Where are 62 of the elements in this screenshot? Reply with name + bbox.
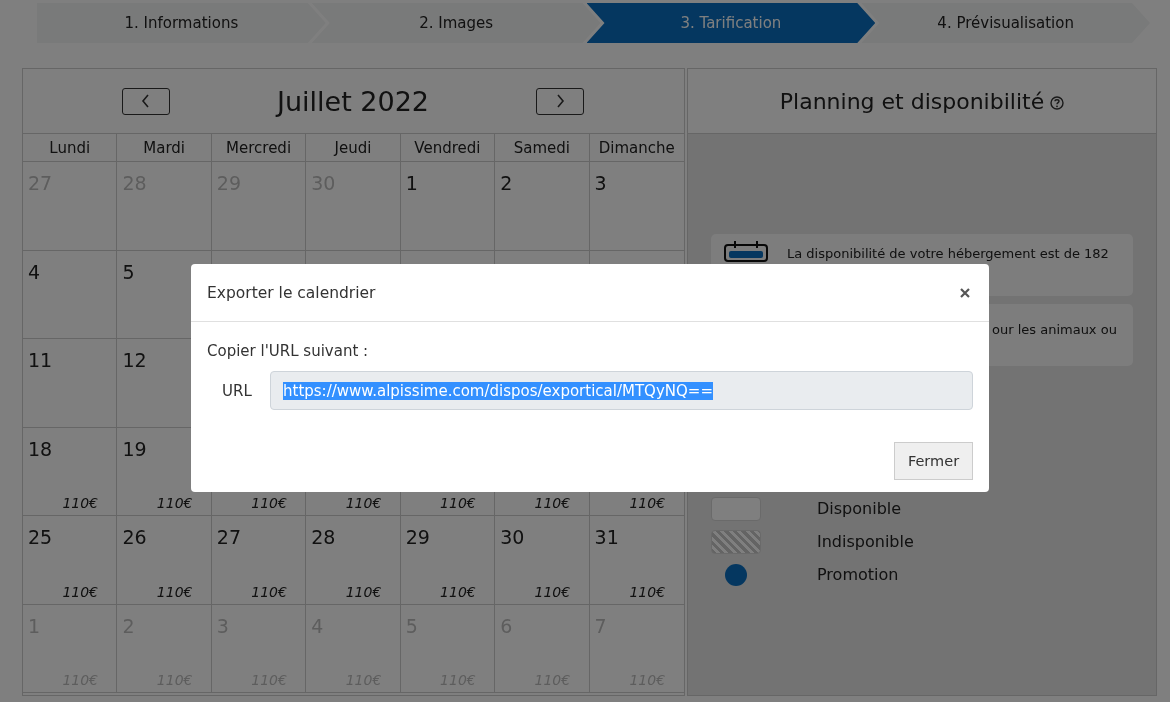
legend-label: Disponible — [817, 499, 902, 518]
unavailable-swatch — [711, 529, 761, 554]
price-label: 110€ — [629, 583, 666, 600]
day-number: 2 — [500, 172, 513, 194]
step-tab[interactable]: 4. Prévisualisation — [861, 3, 1150, 43]
price-label: 110€ — [251, 495, 287, 511]
weekday-label: Jeudi — [306, 134, 401, 162]
day-number: 5 — [122, 260, 135, 283]
step-tab[interactable]: 1. Informations — [37, 3, 326, 43]
calendar-icon — [723, 240, 769, 262]
weekday-label: Samedi — [495, 134, 590, 162]
chevron-left-icon — [140, 94, 152, 108]
day-number: 29 — [405, 526, 430, 548]
next-month-button[interactable] — [536, 87, 584, 115]
day-number: 26 — [122, 526, 147, 548]
panel-title: Planning et disponibilité — [779, 88, 1045, 114]
day-number: 4 — [28, 260, 41, 283]
day-number: 1 — [405, 172, 418, 194]
day-number: 28 — [311, 526, 336, 548]
price-label: 110€ — [534, 583, 571, 600]
day-number: 30 — [500, 526, 525, 548]
day-number: 3 — [594, 172, 607, 194]
promotion-dot — [725, 563, 747, 586]
day-number: 31 — [594, 526, 619, 548]
weekday-label: Vendredi — [400, 134, 496, 162]
price-label: 110€ — [345, 495, 382, 511]
day-number: 25 — [28, 526, 53, 548]
price-label: 110€ — [345, 583, 382, 600]
previous-month-button[interactable] — [122, 87, 170, 115]
price-label: 110€ — [251, 583, 287, 600]
price-label: 110€ — [62, 495, 99, 511]
weekday-label: Mercredi — [211, 134, 307, 162]
legend-label: Indisponible — [817, 532, 914, 551]
price-label: 110€ — [156, 583, 193, 600]
day-number: 12 — [122, 349, 147, 371]
price-label: 110€ — [534, 495, 571, 511]
url-label: URL — [221, 381, 253, 400]
price-label: 110€ — [629, 495, 666, 511]
price-label: 110€ — [440, 583, 476, 600]
weekday-label: Mardi — [117, 134, 212, 162]
price-label: 110€ — [156, 495, 193, 511]
day-number: 11 — [28, 349, 53, 371]
day-number: 27 — [216, 526, 242, 548]
close-dialog-button[interactable]: Fermer — [894, 442, 973, 480]
chevron-right-icon — [554, 94, 566, 108]
instruction-text: Copier l'URL suivant : — [207, 342, 370, 360]
step-tab[interactable]: 3. Tarification — [586, 3, 876, 43]
weekday-label: Dimanche — [589, 134, 684, 162]
step-tab[interactable]: 2. Images — [311, 3, 601, 43]
help-icon[interactable] — [1050, 96, 1065, 110]
url-field[interactable]: https://www.alpissime.com/dispos/exportical/MTQyNQ== — [270, 371, 973, 410]
weekday-label: Lundi — [23, 134, 118, 162]
day-number: 18 — [28, 437, 53, 460]
dialog-title: Exporter le calendrier — [207, 283, 376, 302]
month-title: Juillet 2022 — [276, 85, 430, 117]
legend-label: Promotion — [817, 565, 899, 584]
info-text: La disponibilité de votre hébergement est de 182 — [787, 245, 1109, 261]
info-text: our les animaux ou — [992, 321, 1117, 337]
day-number: 19 — [122, 437, 147, 460]
close-icon — [960, 287, 970, 298]
price-label: 110€ — [62, 583, 99, 600]
price-label: 110€ — [440, 495, 476, 511]
